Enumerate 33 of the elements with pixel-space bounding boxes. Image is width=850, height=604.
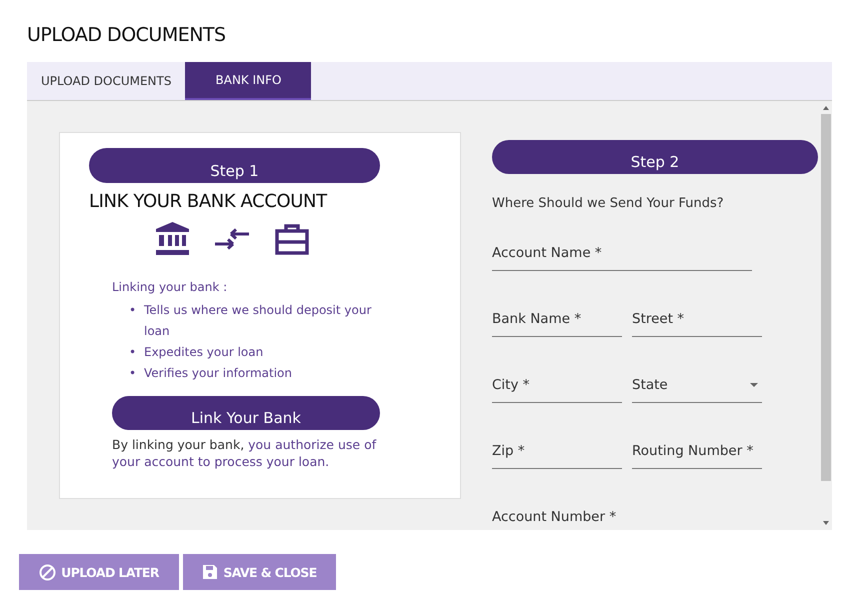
bullet: •	[129, 344, 138, 361]
bullet: •	[129, 365, 138, 382]
bullet: •	[129, 302, 138, 319]
section-heading: LINK YOUR BANK ACCOUNT	[89, 191, 328, 212]
scroll-up-icon	[823, 106, 829, 110]
tab[interactable]: UPLOAD DOCUMENTS	[27, 62, 186, 100]
briefcase-icon	[275, 223, 309, 255]
benefit-item: Expedites your loan	[144, 344, 264, 361]
save-icon	[202, 564, 218, 580]
input-field[interactable]: Account Name *	[492, 235, 752, 271]
input-field[interactable]: Street *	[632, 301, 762, 337]
step-badge: Step 1	[89, 148, 380, 183]
intro-text: Linking your bank :	[112, 280, 228, 294]
question-text: Where Should we Send Your Funds?	[492, 196, 725, 211]
tab[interactable]: BANK INFO	[185, 62, 312, 100]
input-field[interactable]: Account Number *	[492, 499, 792, 530]
page-title: UPLOAD DOCUMENTS	[27, 24, 227, 48]
step-badge: Step 2	[492, 140, 818, 174]
scroll-down-icon	[823, 521, 829, 525]
exchange-arrows-icon	[215, 228, 249, 250]
caret-icon	[750, 383, 758, 387]
benefit-item: Verifies your information	[144, 365, 292, 382]
bank-icon	[156, 222, 189, 256]
input-field[interactable]: Routing Number *	[632, 433, 762, 469]
input-field[interactable]: Zip *	[492, 433, 622, 469]
input-field[interactable]: Bank Name *	[492, 301, 622, 337]
state-select[interactable]: State	[632, 367, 762, 403]
link-bank-button[interactable]: Link Your Bank	[112, 396, 380, 430]
benefit-item: Tells us where we should deposit your loan	[144, 302, 372, 340]
prohibited-icon	[39, 564, 56, 580]
consent-text: By linking your bank, you authorize use of your account to process your loan.	[112, 436, 378, 470]
input-field[interactable]: City *	[492, 367, 622, 403]
scroll-thumb[interactable]	[821, 114, 831, 481]
